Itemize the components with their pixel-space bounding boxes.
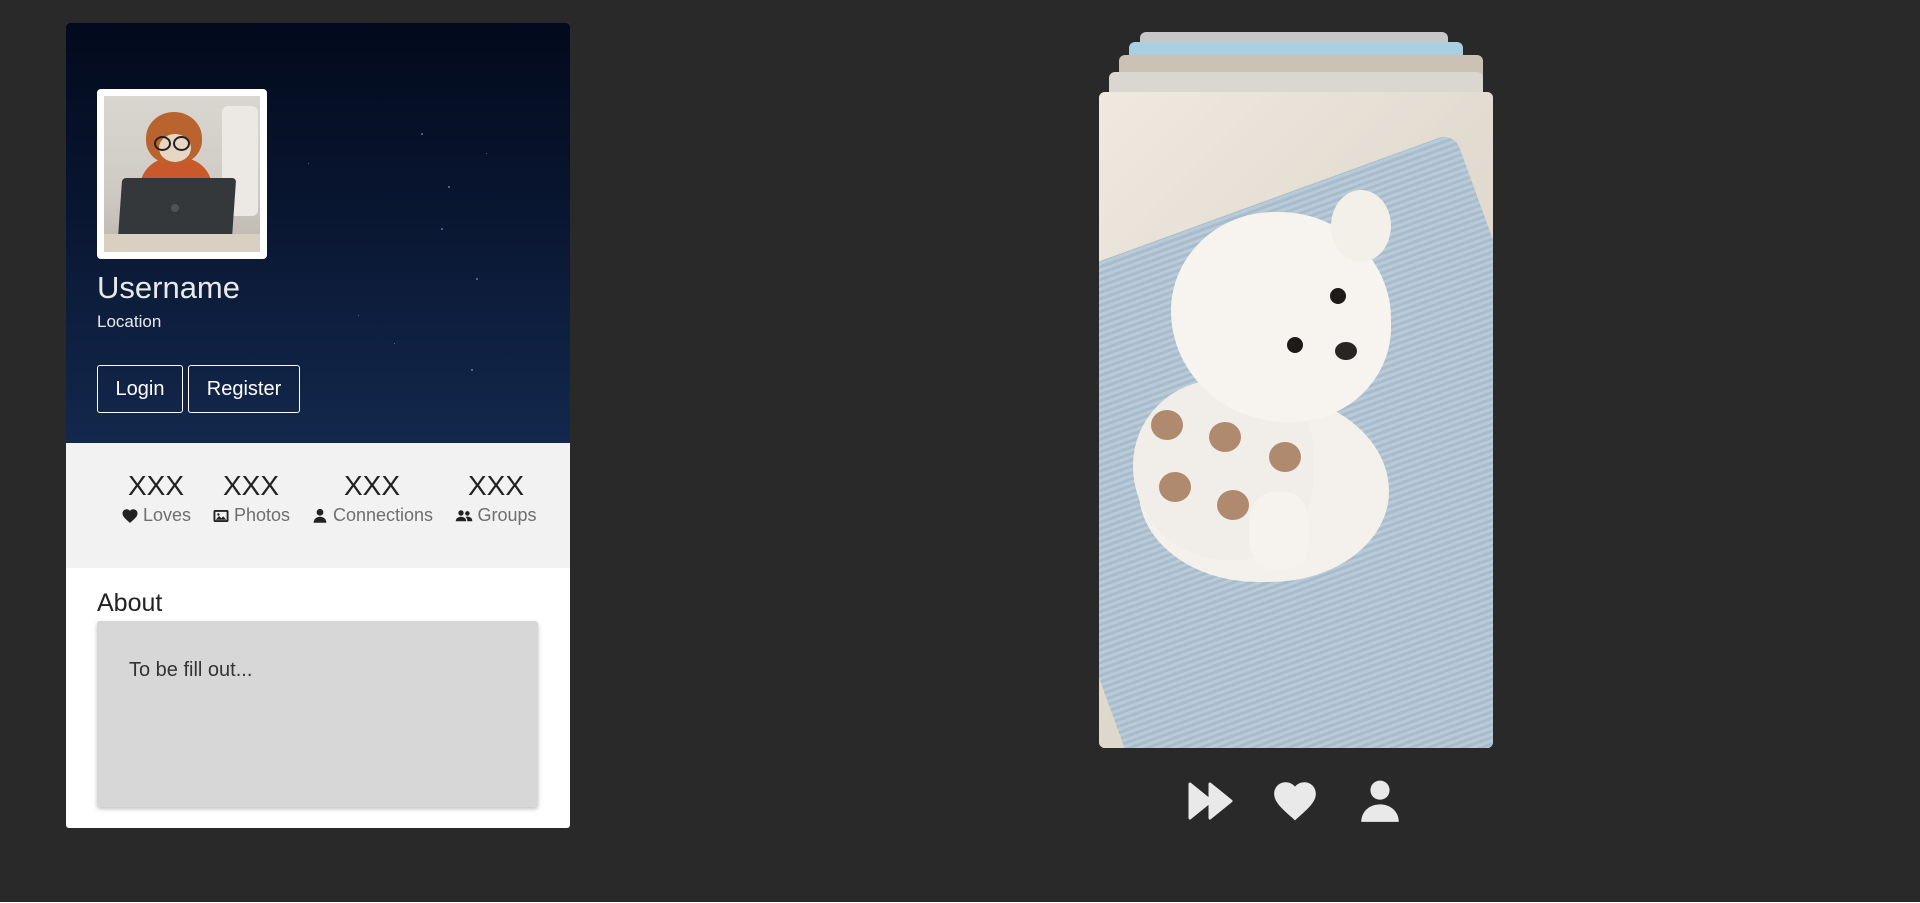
profile-card: Username Location Login Register XXX Lov… — [66, 23, 570, 828]
username: Username — [97, 270, 240, 305]
user-icon — [1361, 780, 1399, 822]
skip-button[interactable] — [1186, 776, 1236, 826]
view-profile-button[interactable] — [1355, 776, 1405, 826]
stat-label: Loves — [142, 505, 192, 525]
stat-value: XXX — [343, 470, 401, 501]
heart-icon — [1274, 782, 1316, 821]
avatar — [97, 89, 267, 259]
love-button[interactable] — [1270, 776, 1320, 826]
stat-label: Groups — [477, 505, 537, 525]
avatar-photo — [104, 96, 260, 252]
about-box: To be fill out... — [97, 621, 538, 807]
image-icon — [213, 509, 229, 522]
about-text: To be fill out... — [129, 659, 253, 681]
fast-forward-icon — [1188, 782, 1233, 820]
heart-icon — [122, 508, 138, 523]
stat-value: XXX — [222, 470, 280, 501]
stat-label: Connections — [332, 505, 434, 525]
stats-bar: XXX Loves XXX Photos XXX Connections XXX — [66, 443, 570, 568]
register-button[interactable]: Register — [188, 365, 300, 413]
stat-value: XXX — [467, 470, 525, 501]
stat-loves: XXX Loves — [118, 468, 194, 526]
stat-connections: XXX Connections — [308, 468, 436, 526]
stat-photos: XXX Photos — [211, 468, 291, 526]
login-button[interactable]: Login — [97, 365, 183, 413]
about-title: About — [97, 589, 163, 617]
stat-label: Photos — [233, 505, 291, 525]
photo-card[interactable] — [1099, 92, 1493, 748]
profile-header: Username Location Login Register — [66, 23, 570, 443]
stat-value: XXX — [127, 470, 185, 501]
stat-groups: XXX Groups — [446, 468, 546, 526]
user-icon — [313, 508, 327, 523]
users-icon — [456, 509, 473, 521]
location: Location — [97, 312, 162, 331]
